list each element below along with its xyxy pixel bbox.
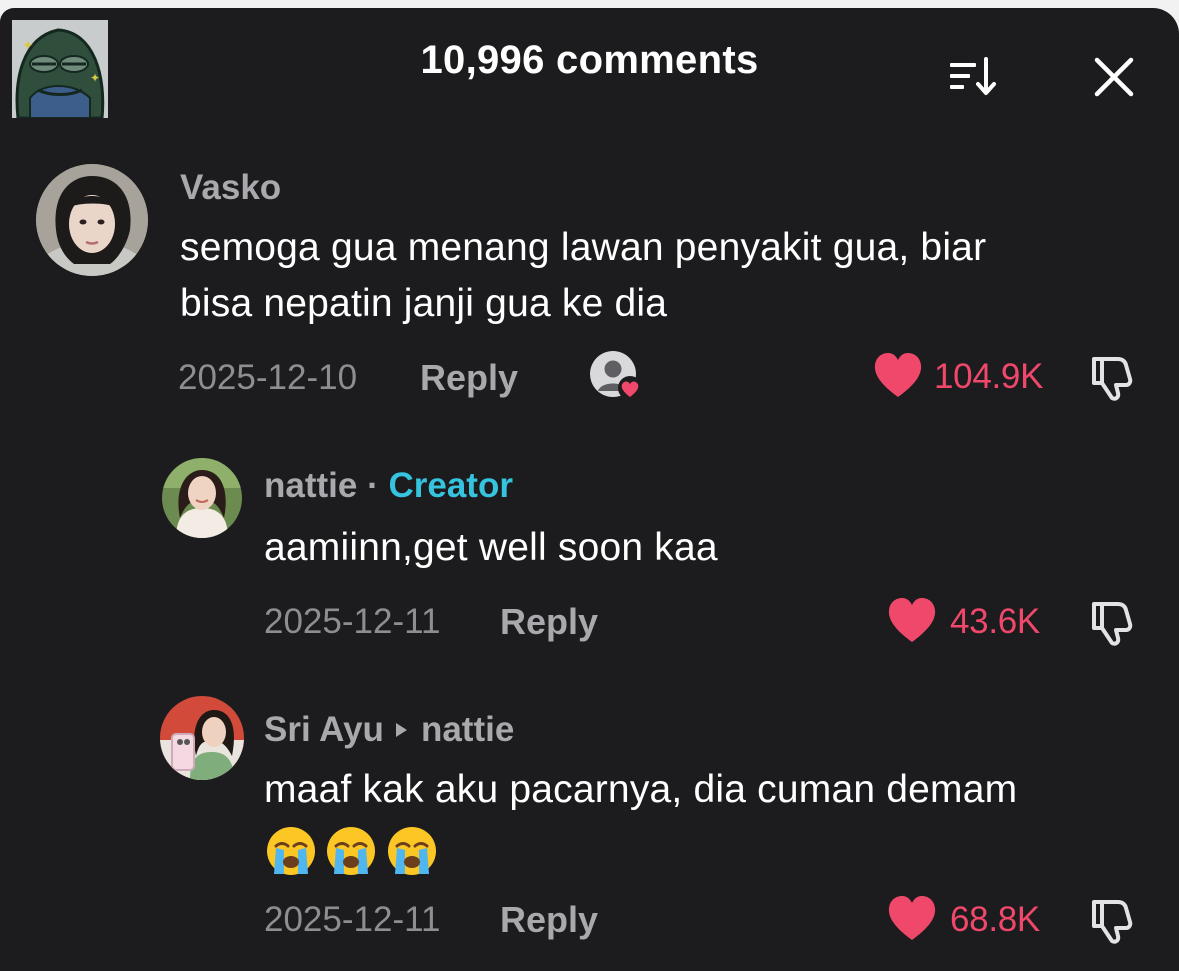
comment-username[interactable]: Vasko xyxy=(180,168,281,208)
thumbs-down-icon xyxy=(1092,900,1133,944)
avatar[interactable] xyxy=(162,458,242,538)
avatar[interactable] xyxy=(160,696,244,780)
loudly-crying-face-emoji xyxy=(387,827,436,875)
comment-item: Vasko semoga gua menang lawan penyakit g… xyxy=(0,158,1179,408)
comment-date: 2025-12-10 xyxy=(178,358,358,397)
reply-to-arrow-icon xyxy=(395,722,407,737)
avatar-photo xyxy=(162,458,242,538)
liked-by-creator-badge xyxy=(588,348,644,404)
like-count: 43.6K xyxy=(950,602,1040,641)
emoji-row xyxy=(264,824,441,878)
close-button[interactable] xyxy=(1084,50,1144,110)
heart-icon xyxy=(888,598,936,642)
comment-text-line: bisa nepatin janji gua ke dia xyxy=(180,282,668,325)
avatar-photo xyxy=(160,696,244,780)
comment-date: 2025-12-11 xyxy=(264,602,441,641)
like-button[interactable] xyxy=(886,894,938,942)
sort-icon xyxy=(950,57,996,95)
thumbs-down-icon xyxy=(1092,357,1133,401)
heart-icon xyxy=(888,896,936,940)
comment-text-line: semoga gua menang lawan penyakit gua, bi… xyxy=(180,226,987,269)
username-text: nattie xyxy=(264,466,358,505)
reply-comment-item: nattie · Creator aamiinn,get well soon k… xyxy=(0,454,1179,654)
comments-count-title: 10,996 comments xyxy=(420,38,759,82)
close-icon xyxy=(1094,57,1134,97)
like-button[interactable] xyxy=(886,596,938,644)
avatar-photo xyxy=(36,164,148,276)
comment-username[interactable]: Sri Ayu nattie xyxy=(264,710,514,750)
comments-header: ✦ ✦ 10,996 comments xyxy=(0,8,1179,126)
like-button[interactable] xyxy=(872,351,924,399)
creator-badge: Creator xyxy=(388,466,513,505)
thumbs-down-icon xyxy=(1092,602,1133,646)
comment-date: 2025-12-11 xyxy=(264,900,441,939)
loudly-crying-face-emoji xyxy=(327,827,376,875)
dislike-button[interactable] xyxy=(1088,896,1136,944)
username-text: Sri Ayu xyxy=(264,710,384,749)
reply-to-username[interactable]: nattie xyxy=(421,710,514,749)
comments-sheet: ✦ ✦ 10,996 comments Vasko semoga gua men… xyxy=(0,8,1179,971)
comment-username[interactable]: nattie · Creator xyxy=(264,466,513,506)
dislike-button[interactable] xyxy=(1088,598,1136,646)
separator-dot: · xyxy=(367,466,379,505)
creator-heart-avatar-icon xyxy=(590,351,642,400)
dislike-button[interactable] xyxy=(1088,353,1136,401)
reply-button[interactable]: Reply xyxy=(420,357,518,399)
comment-text-line: maaf kak aku pacarnya, dia cuman demam xyxy=(264,768,1018,811)
reply-comment-item: Sri Ayu nattie maaf kak aku pacarnya, dia… xyxy=(0,696,1179,971)
avatar[interactable] xyxy=(36,164,148,276)
sort-button[interactable] xyxy=(942,50,1002,110)
like-count: 68.8K xyxy=(950,900,1040,939)
comment-text-line: aamiinn,get well soon kaa xyxy=(264,526,718,569)
loudly-crying-face-emoji xyxy=(267,827,315,875)
reply-button[interactable]: Reply xyxy=(500,899,598,941)
reply-button[interactable]: Reply xyxy=(500,601,598,643)
heart-icon xyxy=(874,353,922,397)
like-count: 104.9K xyxy=(934,357,1044,396)
